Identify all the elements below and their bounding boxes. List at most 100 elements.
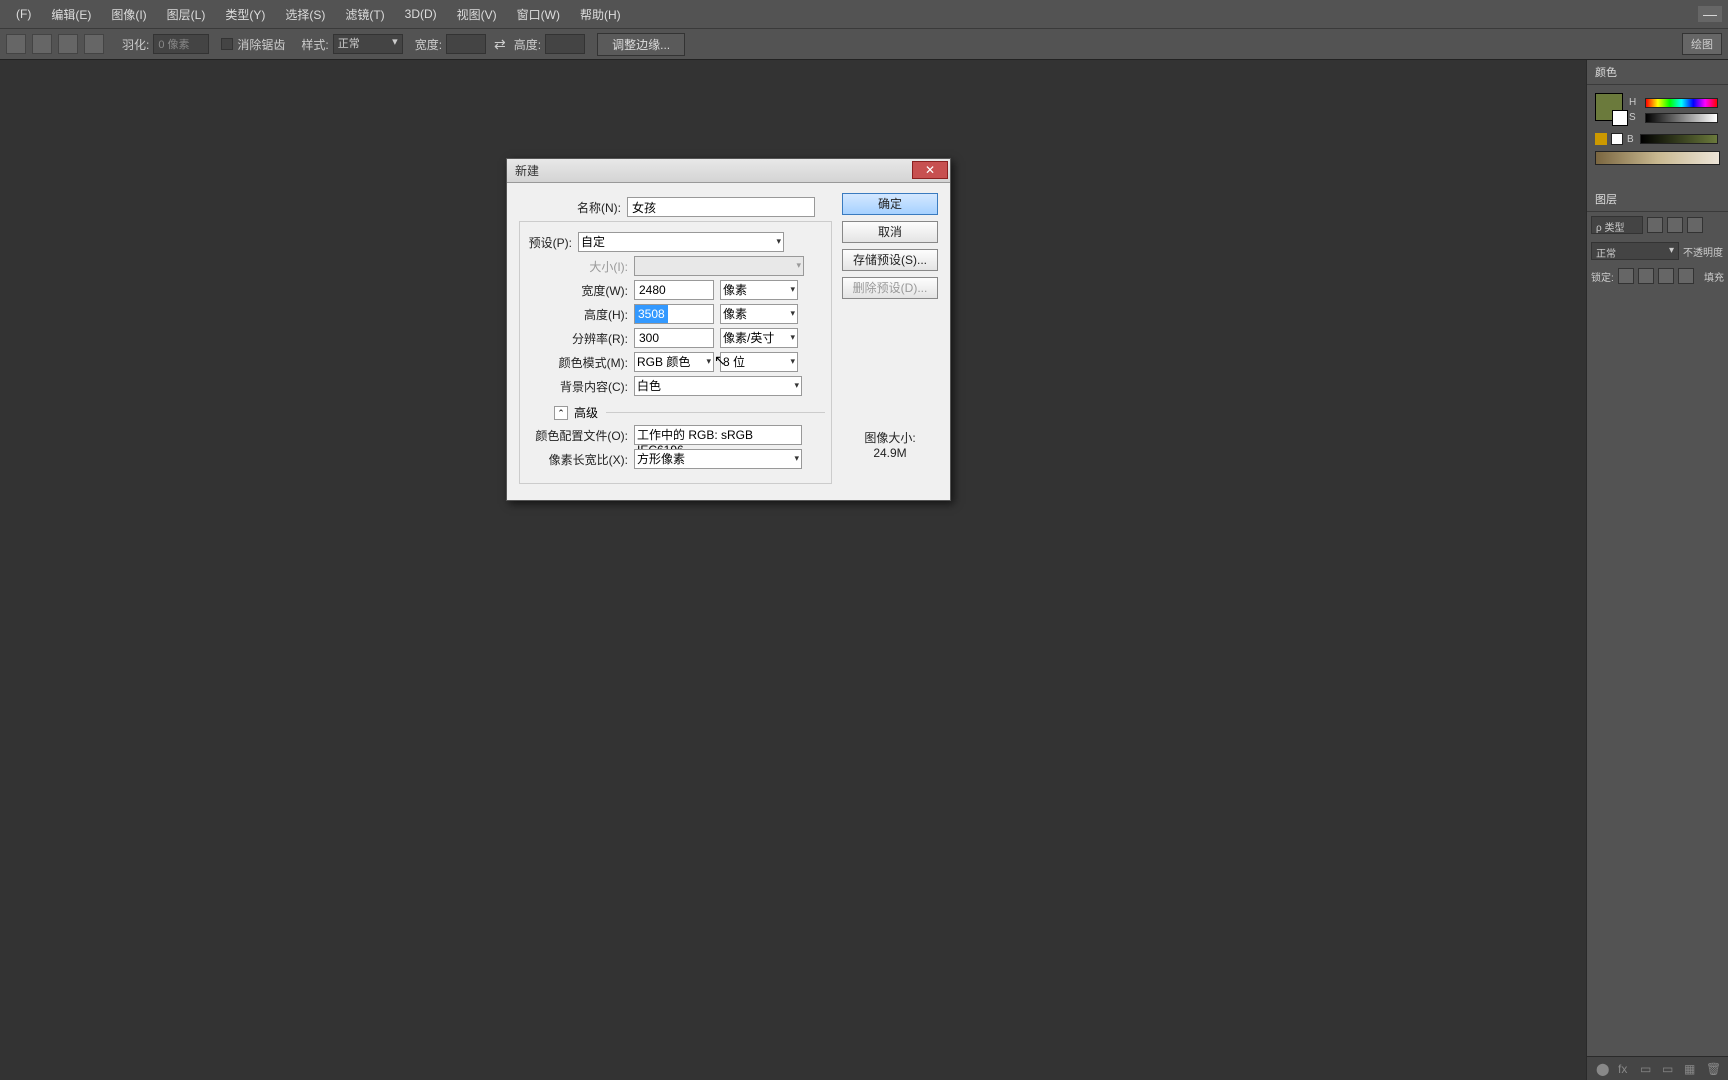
color-panel: H S B — [1587, 85, 1728, 173]
paint-tab[interactable]: 绘图 — [1682, 33, 1722, 55]
layer-kind-filter[interactable]: ρ 类型 — [1591, 216, 1643, 234]
sat-label: S — [1629, 112, 1643, 123]
menu-filter[interactable]: 滤镜(T) — [335, 2, 394, 27]
height-label2: 高度(H): — [526, 306, 634, 323]
layers-panel-tab[interactable]: 图层 — [1587, 187, 1728, 212]
antialias-checkbox[interactable] — [221, 38, 233, 50]
gamut-warning-icon — [1595, 133, 1607, 145]
preset-select[interactable]: 自定▾ — [578, 232, 784, 252]
color-panel-tab[interactable]: 颜色 — [1587, 60, 1728, 85]
new-layer-icon[interactable]: ▦ — [1684, 1062, 1698, 1076]
resolution-input[interactable] — [634, 328, 714, 348]
filter-pixel-icon[interactable] — [1647, 217, 1663, 233]
marquee-subtract-icon[interactable] — [58, 34, 78, 54]
res-unit-select[interactable]: 像素/英寸▾ — [720, 328, 798, 348]
sat-slider[interactable] — [1645, 113, 1718, 123]
lock-transparent-icon[interactable] — [1618, 268, 1634, 284]
menu-layer[interactable]: 图层(L) — [157, 2, 216, 27]
doc-height-input[interactable]: 3508 — [634, 304, 714, 324]
size-select: ▾ — [634, 256, 804, 276]
swap-icon[interactable]: ⇄ — [494, 36, 506, 53]
color-ramp[interactable] — [1595, 151, 1720, 165]
blend-mode-select[interactable]: 正常 ▾ — [1591, 242, 1679, 260]
new-document-dialog: 新建 ✕ 名称(N): 预设(P): 自定▾ 大小(I): ▾ 宽度(W): — [506, 158, 951, 501]
preset-label: 预设(P): — [512, 234, 578, 251]
width-input[interactable] — [446, 34, 486, 54]
new-group-icon[interactable]: ▭ — [1662, 1062, 1676, 1076]
feather-label: 羽化: — [122, 36, 149, 53]
lock-label: 锁定: — [1591, 269, 1614, 284]
marquee-add-icon[interactable] — [32, 34, 52, 54]
width-unit-select[interactable]: 像素▾ — [720, 280, 798, 300]
background-swatch[interactable] — [1612, 110, 1628, 126]
size-label: 大小(I): — [526, 258, 634, 275]
save-preset-button[interactable]: 存储预设(S)... — [842, 249, 938, 271]
lock-position-icon[interactable] — [1658, 268, 1674, 284]
color-profile-select[interactable]: 工作中的 RGB: sRGB IEC6196...▾ — [634, 425, 802, 445]
menu-window[interactable]: 窗口(W) — [507, 2, 570, 27]
options-bar: 羽化: 消除锯齿 样式: 正常 ▾ 宽度: ⇄ 高度: 调整边缘... 绘图 — [0, 28, 1728, 60]
height-input[interactable] — [545, 34, 585, 54]
name-input[interactable] — [627, 197, 815, 217]
menu-view[interactable]: 视图(V) — [447, 2, 507, 27]
menu-type[interactable]: 类型(Y) — [215, 2, 275, 27]
filter-adjust-icon[interactable] — [1667, 217, 1683, 233]
antialias-label: 消除锯齿 — [237, 36, 285, 53]
minimize-button[interactable]: — — [1698, 6, 1722, 22]
bit-depth-select[interactable]: 8 位▾ — [720, 352, 798, 372]
filter-type-icon[interactable] — [1687, 217, 1703, 233]
height-label: 高度: — [514, 36, 541, 53]
pixel-aspect-select[interactable]: 方形像素▾ — [634, 449, 802, 469]
style-label: 样式: — [301, 36, 328, 53]
delete-layer-icon[interactable]: 🗑 — [1706, 1062, 1720, 1076]
menu-select[interactable]: 选择(S) — [275, 2, 335, 27]
layer-mask-icon[interactable]: ▭ — [1640, 1062, 1654, 1076]
marquee-new-icon[interactable] — [6, 34, 26, 54]
hue-label: H — [1629, 97, 1643, 108]
feather-input[interactable] — [153, 34, 209, 54]
layers-panel: 图层 ρ 类型 正常 ▾ 不透明度 锁定: 填充 — [1587, 187, 1728, 288]
foreground-swatch[interactable] — [1595, 93, 1623, 121]
aspect-label: 像素长宽比(X): — [526, 451, 634, 468]
hue-slider[interactable] — [1645, 98, 1718, 108]
bg-content-select[interactable]: 白色▾ — [634, 376, 802, 396]
name-label: 名称(N): — [519, 199, 627, 216]
close-icon[interactable]: ✕ — [912, 161, 948, 179]
style-select[interactable]: 正常 ▾ — [333, 34, 403, 54]
bri-slider[interactable] — [1640, 134, 1718, 144]
fill-label: 填充 — [1704, 269, 1724, 284]
ok-button[interactable]: 确定 — [842, 193, 938, 215]
bri-label: B — [1627, 134, 1634, 145]
link-layers-icon[interactable]: ⬤ — [1596, 1062, 1610, 1076]
menu-image[interactable]: 图像(I) — [101, 2, 156, 27]
width-label2: 宽度(W): — [526, 282, 634, 299]
opacity-label: 不透明度 — [1683, 244, 1723, 259]
profile-label: 颜色配置文件(O): — [526, 427, 634, 444]
delete-preset-button: 删除预设(D)... — [842, 277, 938, 299]
right-panels: 颜色 H S B 图层 ρ 类型 正常 ▾ 不透明度 — [1586, 60, 1728, 1080]
color-mode-select[interactable]: RGB 颜色▾ — [634, 352, 714, 372]
layers-footer: ⬤ fx ▭ ▭ ▦ 🗑 — [1587, 1056, 1728, 1080]
refine-edge-button[interactable]: 调整边缘... — [597, 33, 685, 56]
menu-file[interactable]: (F) — [6, 3, 41, 25]
dialog-title-text: 新建 — [515, 162, 539, 179]
advanced-label: 高级 — [574, 404, 598, 421]
menu-bar: (F) 编辑(E) 图像(I) 图层(L) 类型(Y) 选择(S) 滤镜(T) … — [0, 0, 1728, 28]
advanced-toggle[interactable]: ⌃ — [554, 406, 568, 420]
height-unit-select[interactable]: 像素▾ — [720, 304, 798, 324]
width-label: 宽度: — [415, 36, 442, 53]
cancel-button[interactable]: 取消 — [842, 221, 938, 243]
menu-help[interactable]: 帮助(H) — [570, 2, 631, 27]
image-size-label: 图像大小: — [842, 429, 938, 446]
layer-style-icon[interactable]: fx — [1618, 1062, 1632, 1076]
lock-all-icon[interactable] — [1678, 268, 1694, 284]
doc-width-input[interactable] — [634, 280, 714, 300]
menu-edit[interactable]: 编辑(E) — [41, 2, 101, 27]
marquee-intersect-icon[interactable] — [84, 34, 104, 54]
image-size-value: 24.9M — [842, 446, 938, 460]
lock-pixels-icon[interactable] — [1638, 268, 1654, 284]
bg-label: 背景内容(C): — [526, 378, 634, 395]
res-label: 分辨率(R): — [526, 330, 634, 347]
dialog-titlebar[interactable]: 新建 ✕ — [507, 159, 950, 183]
menu-3d[interactable]: 3D(D) — [395, 3, 447, 25]
